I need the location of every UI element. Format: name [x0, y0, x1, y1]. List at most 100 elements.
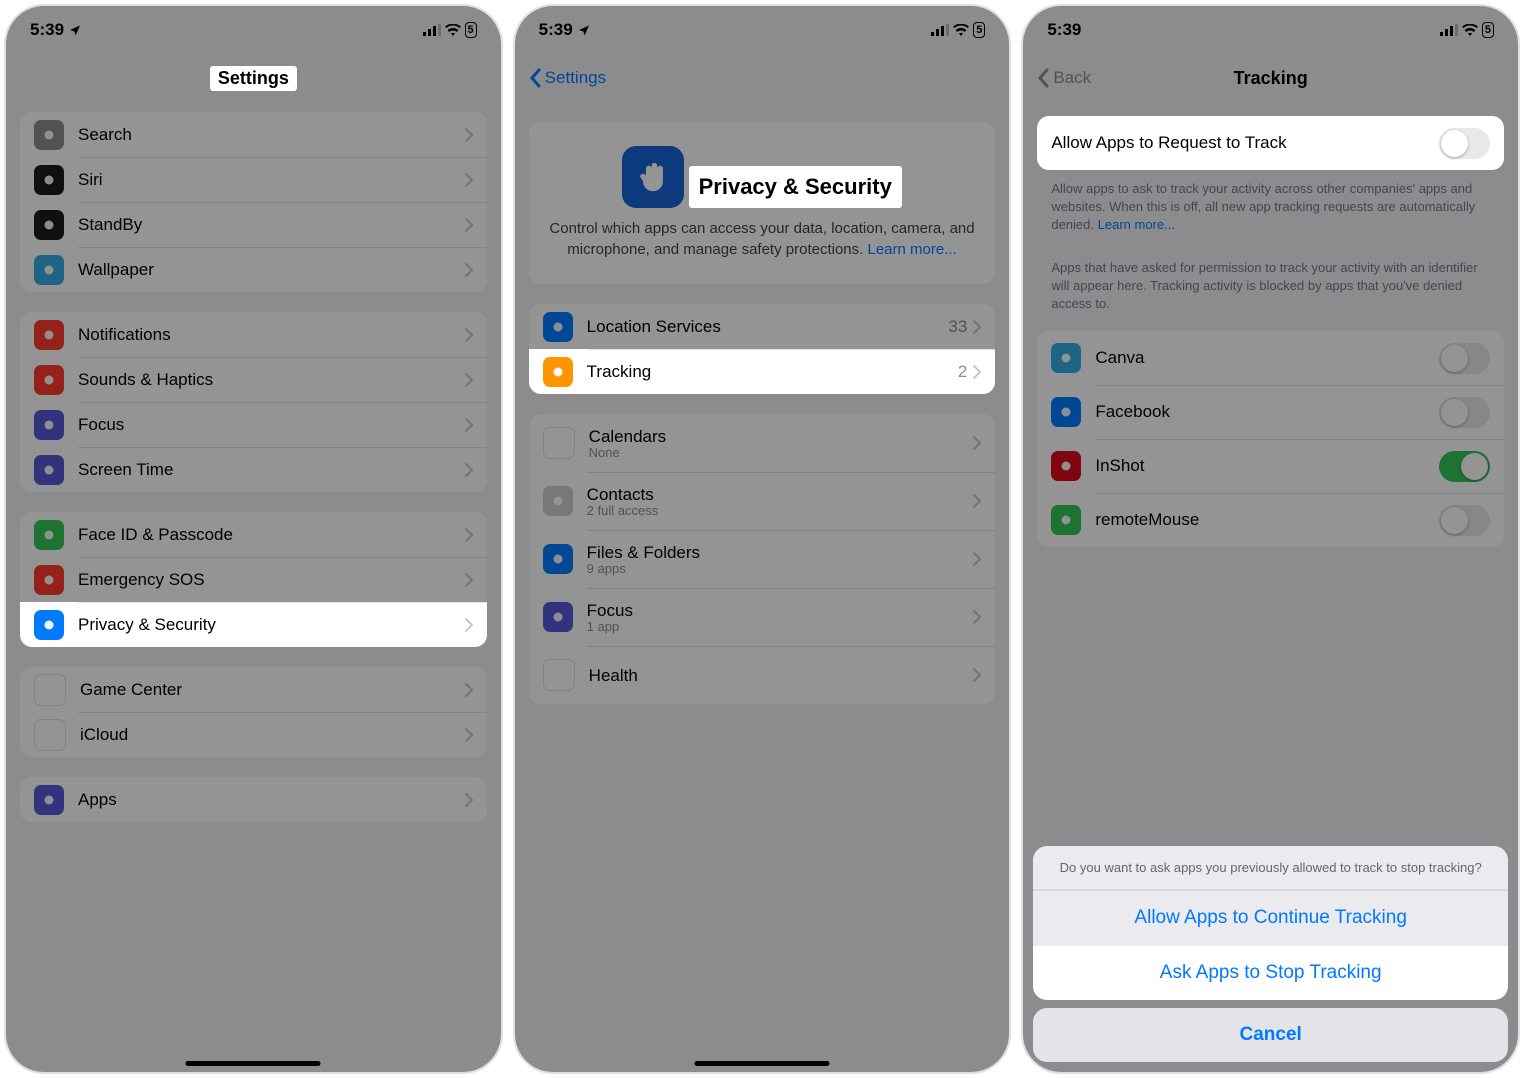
settings-row[interactable]: Wallpaper — [20, 247, 487, 292]
row-label: Health — [589, 666, 960, 686]
app-icon — [1051, 451, 1081, 481]
app-row[interactable]: Facebook — [1037, 385, 1504, 439]
allow-tracking-toggle[interactable] — [1439, 128, 1490, 159]
nav-bar: Settings — [6, 54, 501, 102]
screen-privacy: 5:39 5 Settings Privacy & Security Contr… — [513, 4, 1012, 1074]
row-label: Focus — [78, 415, 451, 435]
action-sheet: Do you want to ask apps you previously a… — [1033, 846, 1508, 1062]
privacy-row[interactable]: Location Services 33 — [529, 304, 996, 349]
chevron-right-icon — [465, 463, 473, 477]
app-row[interactable]: InShot — [1037, 439, 1504, 493]
speaker-icon — [34, 365, 64, 395]
settings-row[interactable]: Emergency SOS — [20, 557, 487, 602]
privacy-row[interactable]: Health — [529, 646, 996, 704]
row-sublabel: 9 apps — [587, 561, 960, 576]
privacy-row[interactable]: Focus 1 app — [529, 588, 996, 646]
status-time: 5:39 — [30, 20, 64, 40]
status-time: 5:39 — [539, 20, 573, 40]
app-label: Facebook — [1095, 402, 1425, 422]
toggle-label: Allow Apps to Request to Track — [1051, 133, 1425, 153]
settings-row[interactable]: Sounds & Haptics — [20, 357, 487, 402]
home-indicator — [695, 1061, 830, 1066]
learn-more-link[interactable]: Learn more... — [867, 241, 956, 258]
home-indicator — [186, 1061, 321, 1066]
settings-row[interactable]: StandBy — [20, 202, 487, 247]
row-label: Search — [78, 125, 451, 145]
chevron-right-icon — [465, 328, 473, 342]
row-label: Game Center — [80, 680, 451, 700]
back-button[interactable]: Settings — [529, 68, 606, 88]
app-icon — [1051, 505, 1081, 535]
settings-row[interactable]: Search — [20, 112, 487, 157]
settings-row[interactable]: iCloud — [20, 712, 487, 757]
chevron-right-icon — [465, 573, 473, 587]
screen-settings: 5:39 5 Settings Search Siri — [4, 4, 503, 1074]
moon-icon — [543, 602, 573, 632]
row-sublabel: None — [589, 445, 960, 460]
app-toggle[interactable] — [1439, 343, 1490, 374]
privacy-row[interactable]: Calendars None — [529, 414, 996, 472]
back-button[interactable]: Back — [1037, 68, 1091, 88]
battery-icon: 5 — [1482, 22, 1494, 38]
settings-row[interactable]: Siri — [20, 157, 487, 202]
chevron-right-icon — [973, 610, 981, 624]
settings-row[interactable]: Screen Time — [20, 447, 487, 492]
app-label: InShot — [1095, 456, 1425, 476]
wifi-icon — [953, 24, 969, 36]
row-label: Siri — [78, 170, 451, 190]
location-arrow-icon — [69, 24, 81, 36]
contacts-icon — [543, 486, 573, 516]
chevron-right-icon — [973, 436, 981, 450]
privacy-row[interactable]: Files & Folders 9 apps — [529, 530, 996, 588]
chevron-right-icon — [465, 173, 473, 187]
page-title: Tracking — [1234, 68, 1308, 89]
wifi-icon — [1462, 24, 1478, 36]
sheet-cancel-button[interactable]: Cancel — [1033, 1008, 1508, 1062]
row-label: Face ID & Passcode — [78, 525, 451, 545]
faceid-icon — [34, 520, 64, 550]
chevron-right-icon — [465, 618, 473, 632]
signal-icon — [931, 24, 949, 36]
settings-row[interactable]: Game Center — [20, 667, 487, 712]
hand-icon — [34, 610, 64, 640]
settings-row[interactable]: Focus — [20, 402, 487, 447]
learn-more-link[interactable]: Learn more... — [1098, 217, 1175, 232]
settings-row[interactable]: Notifications — [20, 312, 487, 357]
sheet-continue-button[interactable]: Allow Apps to Continue Tracking — [1033, 890, 1508, 945]
row-label: Screen Time — [78, 460, 451, 480]
app-toggle[interactable] — [1439, 397, 1490, 428]
status-bar: 5:39 5 — [515, 6, 1010, 54]
app-toggle[interactable] — [1439, 505, 1490, 536]
chevron-right-icon — [465, 683, 473, 697]
app-toggle[interactable] — [1439, 451, 1490, 482]
row-label: Sounds & Haptics — [78, 370, 451, 390]
tracking-icon — [543, 357, 573, 387]
chevron-right-icon — [465, 128, 473, 142]
app-row[interactable]: Canva — [1037, 331, 1504, 385]
nav-bar: Settings — [515, 54, 1010, 102]
status-bar: 5:39 5 — [1023, 6, 1518, 54]
battery-icon: 5 — [465, 22, 477, 38]
settings-row[interactable]: Privacy & Security — [20, 602, 487, 647]
battery-icon: 5 — [973, 22, 985, 38]
app-label: remoteMouse — [1095, 510, 1425, 530]
allow-tracking-row[interactable]: Allow Apps to Request to Track — [1037, 116, 1504, 170]
app-row[interactable]: remoteMouse — [1037, 493, 1504, 547]
location-arrow-icon — [578, 24, 590, 36]
search-icon — [34, 120, 64, 150]
chevron-right-icon — [465, 528, 473, 542]
folder-icon — [543, 544, 573, 574]
row-label: Calendars — [589, 427, 960, 447]
wallpaper-icon — [34, 255, 64, 285]
settings-row[interactable]: Face ID & Passcode — [20, 512, 487, 557]
sheet-message: Do you want to ask apps you previously a… — [1033, 846, 1508, 890]
row-label: iCloud — [80, 725, 451, 745]
chevron-right-icon — [465, 418, 473, 432]
privacy-row[interactable]: Contacts 2 full access — [529, 472, 996, 530]
settings-row[interactable]: Apps — [20, 777, 487, 822]
chevron-right-icon — [465, 373, 473, 387]
chevron-left-icon — [1037, 68, 1049, 88]
chevron-right-icon — [465, 263, 473, 277]
privacy-row[interactable]: Tracking 2 — [529, 349, 996, 394]
sheet-stop-button[interactable]: Ask Apps to Stop Tracking — [1033, 945, 1508, 1000]
